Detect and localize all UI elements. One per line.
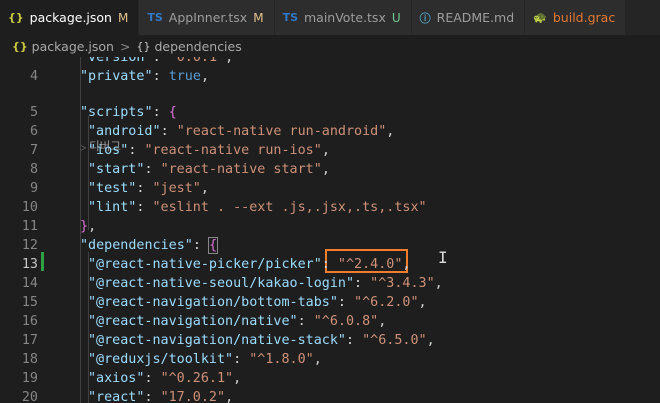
typescript-file-icon: TS: [282, 11, 298, 24]
code-text: },: [80, 219, 97, 234]
info-icon: ⓘ: [419, 11, 431, 25]
code-line: 15 "@react-navigation/bottom-tabs": "^6.2…: [0, 293, 660, 312]
line-number: 4: [29, 69, 38, 84]
code-line: 18 "@reduxjs/toolkit": "^1.8.0",: [0, 350, 660, 369]
code-text: "@react-native-seoul/kakao-login": "^3.4…: [88, 276, 443, 291]
code-text: "@react-navigation/bottom-tabs": "^6.2.0…: [88, 295, 427, 310]
gradle-file-icon: 🐢: [533, 11, 547, 24]
tab-git-status: U: [391, 10, 401, 25]
line-number: 11: [21, 219, 38, 234]
tab-build-grac[interactable]: 🐢 build.grac: [525, 0, 627, 35]
code-text: "@react-native-picker/picker": "^2.4.0",: [88, 257, 411, 272]
tab-readme-md[interactable]: ⓘ README.md: [411, 0, 526, 35]
line-number: 7: [29, 143, 38, 158]
code-text: "scripts": {: [80, 105, 177, 120]
code-text: "lint": "eslint . --ext .js,.jsx,.ts,.ts…: [88, 200, 427, 215]
code-line: 8 "start": "react-native start",: [0, 160, 660, 179]
tab-label: AppInner.tsx: [168, 10, 248, 25]
code-line: 4 "private": true,: [0, 67, 660, 86]
tab-mainvote-tsx[interactable]: TS mainVote.tsx U: [274, 0, 412, 35]
code-line: 5 "scripts": {: [0, 103, 660, 122]
code-text: "dependencies": {: [80, 237, 219, 254]
breadcrumb-symbol[interactable]: dependencies: [154, 39, 241, 54]
tab-git-status: M: [253, 10, 264, 25]
code-line: 14 "@react-native-seoul/kakao-login": "^3…: [0, 274, 660, 293]
line-number: 14: [21, 276, 38, 291]
code-text: "@react-navigation/native-stack": "^6.5.…: [88, 333, 435, 348]
tab-git-status: M: [117, 10, 129, 25]
code-line: 11},: [0, 217, 660, 236]
line-number: 19: [21, 371, 38, 386]
line-number: 16: [21, 314, 38, 329]
editor-tab-bar: {} package.json M TS AppInner.tsx M TS mainVote…: [0, 0, 660, 35]
code-line: 9 "test": "jest",: [0, 179, 660, 198]
code-text: "ios": "react-native run-ios",: [88, 143, 330, 158]
json-file-icon: {}: [8, 11, 24, 24]
line-number: 8: [29, 162, 38, 177]
code-text: "react": "17.0.2",: [88, 390, 234, 403]
object-symbol-icon: {}: [136, 39, 151, 53]
line-number: 17: [21, 333, 38, 348]
line-number: 15: [21, 295, 38, 310]
tab-label: build.grac: [552, 10, 616, 25]
breadcrumb-file[interactable]: package.json: [32, 39, 114, 54]
breadcrumb-separator-icon: >: [119, 38, 131, 54]
line-number: 6: [29, 124, 38, 139]
line-number: 9: [29, 181, 38, 196]
code-editor[interactable]: "version": "0.0.1", ▷ 디버그 I 4 "private": t…: [0, 57, 660, 403]
tab-label: package.json: [29, 10, 112, 25]
code-line: 10 "lint": "eslint . --ext .js,.jsx,.ts,.…: [0, 198, 660, 217]
code-line: 16 "@react-navigation/native": "^6.0.8",: [0, 312, 660, 331]
code-line: 12 "dependencies": {: [0, 236, 660, 255]
tab-label: README.md: [436, 10, 515, 25]
code-line: 6 "android": "react-native run-android",: [0, 122, 660, 141]
line-number: 20: [21, 390, 38, 403]
code-text: "@reduxjs/toolkit": "^1.8.0",: [88, 352, 322, 367]
code-text: "start": "react-native start",: [88, 162, 330, 177]
code-line: 13 "@react-native-picker/picker": "^2.4.0…: [0, 255, 660, 274]
line-number: 13: [21, 257, 38, 272]
line-number: 12: [21, 238, 38, 253]
tab-package-json[interactable]: {} package.json M: [0, 0, 140, 35]
line-number: 10: [21, 200, 38, 215]
line-number: 5: [29, 105, 38, 120]
typescript-file-icon: TS: [147, 11, 163, 24]
code-line: 17 "@react-navigation/native-stack": "^6.…: [0, 331, 660, 350]
code-text: "private": true,: [80, 69, 209, 84]
code-text: "test": "jest",: [88, 181, 209, 196]
code-line: 20 "react": "17.0.2",: [0, 388, 660, 403]
code-line-partial: "version": "0.0.1",: [80, 57, 234, 65]
code-line: 7 "ios": "react-native run-ios",: [0, 141, 660, 160]
json-file-icon: {}: [12, 39, 28, 53]
code-text: "@react-navigation/native": "^6.0.8",: [88, 314, 387, 329]
breadcrumb: {} package.json > {} dependencies: [0, 35, 660, 57]
tab-appinner-tsx[interactable]: TS AppInner.tsx M: [139, 0, 275, 35]
tab-label: mainVote.tsx: [304, 10, 386, 25]
code-line: 19 "axios": "^0.26.1",: [0, 369, 660, 388]
line-number: 18: [21, 352, 38, 367]
code-text: "android": "react-native run-android",: [88, 124, 395, 139]
code-text: "axios": "^0.26.1",: [88, 371, 242, 386]
